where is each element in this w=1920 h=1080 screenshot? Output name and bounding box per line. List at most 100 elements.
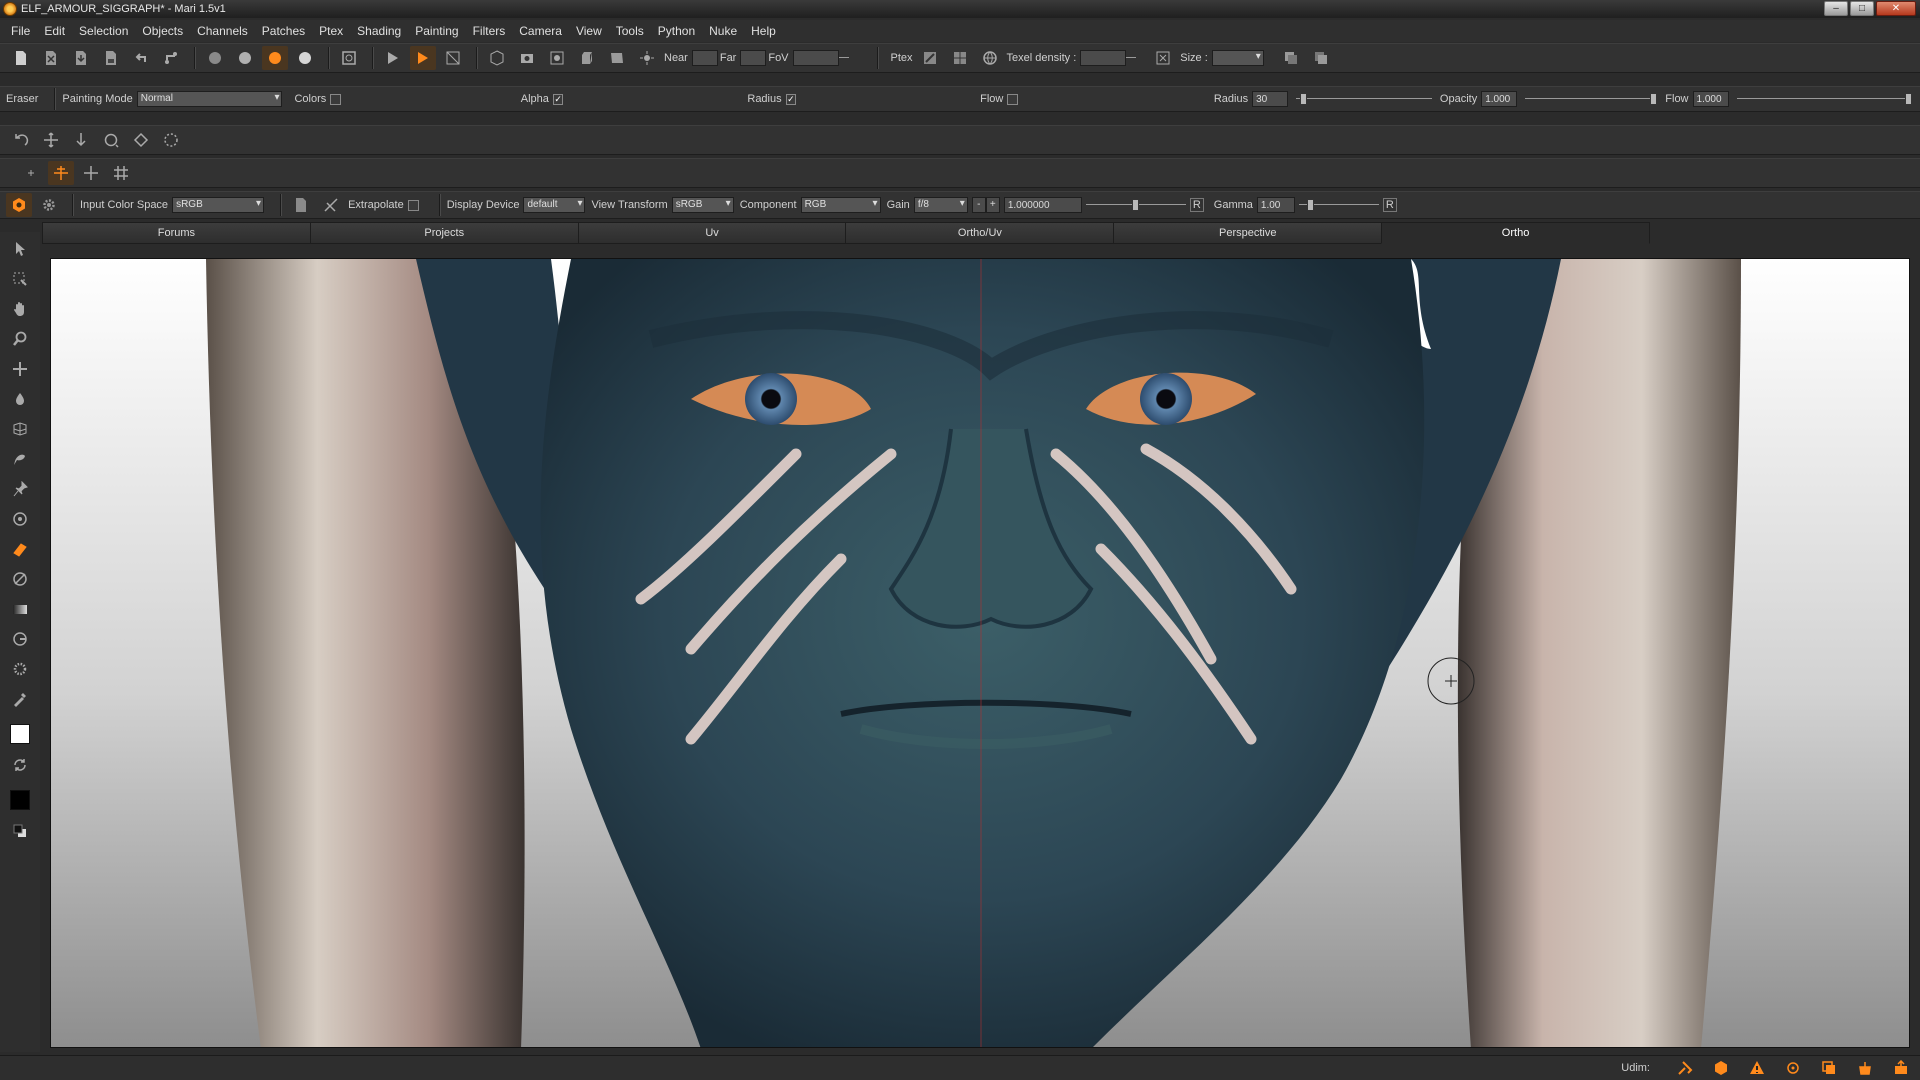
ortho-viewport[interactable] <box>50 258 1910 1048</box>
transform-tool[interactable] <box>5 356 35 382</box>
status-paint-buffer-button[interactable] <box>1854 1059 1876 1077</box>
extrapolate-button[interactable] <box>318 193 344 217</box>
far-field[interactable] <box>740 50 767 66</box>
branch-button[interactable] <box>158 46 184 70</box>
ptex-grid-button[interactable] <box>947 46 973 70</box>
texel-density-spinner[interactable] <box>1126 50 1137 66</box>
painting-mode-dropdown[interactable]: Normal <box>136 91 283 107</box>
zoom-tool[interactable] <box>5 326 35 352</box>
undo-button[interactable] <box>8 128 34 152</box>
gamma-field[interactable] <box>1256 197 1295 213</box>
eraser-tool[interactable] <box>5 536 35 562</box>
menu-shading[interactable]: Shading <box>350 24 408 38</box>
menu-filters[interactable]: Filters <box>466 24 513 38</box>
menu-selection[interactable]: Selection <box>72 24 135 38</box>
resize-button[interactable] <box>1150 46 1176 70</box>
paint-through-button[interactable] <box>410 46 436 70</box>
radius-checkbox[interactable]: ✓ <box>785 93 797 105</box>
menu-channels[interactable]: Channels <box>190 24 255 38</box>
marquee-tool[interactable] <box>5 266 35 292</box>
move-button[interactable] <box>38 128 64 152</box>
select-tool[interactable] <box>5 236 35 262</box>
status-warning-button[interactable] <box>1746 1059 1768 1077</box>
shader-lit-button[interactable] <box>292 46 318 70</box>
status-bake-button[interactable] <box>1674 1059 1696 1077</box>
texel-density-button[interactable] <box>977 46 1003 70</box>
menu-nuke[interactable]: Nuke <box>702 24 744 38</box>
snap-line-button[interactable] <box>78 161 104 185</box>
projector-button[interactable] <box>544 46 570 70</box>
menu-python[interactable]: Python <box>651 24 702 38</box>
fill-tool[interactable] <box>5 626 35 652</box>
view-cube-button[interactable] <box>484 46 510 70</box>
menu-painting[interactable]: Painting <box>408 24 465 38</box>
smear-tool[interactable] <box>5 446 35 472</box>
tab-perspective[interactable]: Perspective <box>1113 222 1382 244</box>
alpha-checkbox[interactable]: ✓ <box>552 93 564 105</box>
color-settings-button[interactable] <box>36 193 62 217</box>
flow-slider[interactable] <box>1736 91 1912 107</box>
fov-field[interactable] <box>792 50 839 66</box>
tab-ortho-uv[interactable]: Ortho/Uv <box>845 222 1114 244</box>
clone-tool[interactable] <box>5 506 35 532</box>
shader-current-button[interactable] <box>262 46 288 70</box>
spray-tool[interactable] <box>5 656 35 682</box>
component-dropdown[interactable]: RGB <box>800 197 881 213</box>
colors-checkbox[interactable] <box>330 93 341 105</box>
menu-file[interactable]: File <box>4 24 37 38</box>
close-button[interactable]: ✕ <box>1876 1 1916 16</box>
radius-slider[interactable] <box>1296 91 1432 107</box>
size-dropdown[interactable] <box>1211 50 1264 66</box>
view-transform-dropdown[interactable]: sRGB <box>671 197 734 213</box>
menu-view[interactable]: View <box>569 24 609 38</box>
gamma-slider[interactable] <box>1298 197 1379 213</box>
lut-button[interactable] <box>288 193 314 217</box>
menu-help[interactable]: Help <box>744 24 783 38</box>
status-target-button[interactable] <box>1782 1059 1804 1077</box>
undo-history-button[interactable] <box>128 46 154 70</box>
layer-copy-button[interactable] <box>1278 46 1304 70</box>
snap-point-button[interactable] <box>18 161 44 185</box>
background-color-swatch[interactable] <box>10 790 30 810</box>
flow-field[interactable] <box>1692 91 1729 107</box>
camera-button[interactable] <box>514 46 540 70</box>
backface-button[interactable] <box>440 46 466 70</box>
menu-camera[interactable]: Camera <box>512 24 569 38</box>
tab-projects[interactable]: Projects <box>309 222 578 244</box>
texel-density-field[interactable] <box>1080 50 1127 66</box>
lights-button[interactable] <box>634 46 660 70</box>
reset-colors-button[interactable] <box>5 818 35 844</box>
slice-tool[interactable] <box>5 566 35 592</box>
eyedropper-tool[interactable] <box>5 686 35 712</box>
gain-minus-button[interactable]: - <box>971 197 986 213</box>
film-button[interactable] <box>604 46 630 70</box>
fov-spinner[interactable] <box>838 50 849 66</box>
input-color-space-dropdown[interactable]: sRGB <box>172 197 265 213</box>
gain-plus-button[interactable]: + <box>985 197 1000 213</box>
gain-slider[interactable] <box>1085 197 1186 213</box>
open-button[interactable] <box>68 46 94 70</box>
gradient-tool[interactable] <box>5 596 35 622</box>
tab-uv[interactable]: Uv <box>577 222 846 244</box>
scale-button[interactable] <box>128 128 154 152</box>
status-layers-button[interactable] <box>1818 1059 1840 1077</box>
radius-field[interactable] <box>1252 91 1289 107</box>
display-device-dropdown[interactable]: default <box>523 197 586 213</box>
opacity-field[interactable] <box>1481 91 1518 107</box>
blur-tool[interactable] <box>5 386 35 412</box>
gain-reset-button[interactable]: R <box>1189 198 1204 212</box>
menu-objects[interactable]: Objects <box>135 24 190 38</box>
foreground-color-swatch[interactable] <box>10 724 30 744</box>
new-project-button[interactable] <box>8 46 34 70</box>
shader-flat-button[interactable] <box>202 46 228 70</box>
maximize-button[interactable]: □ <box>1850 1 1874 16</box>
status-shader-button[interactable] <box>1710 1059 1732 1077</box>
pin-tool[interactable] <box>5 476 35 502</box>
rotate-button[interactable] <box>98 128 124 152</box>
colorspace-toggle-button[interactable] <box>6 193 32 217</box>
drop-button[interactable] <box>68 128 94 152</box>
status-export-button[interactable] <box>1890 1059 1912 1077</box>
menu-ptex[interactable]: Ptex <box>312 24 350 38</box>
frame-button[interactable] <box>336 46 362 70</box>
close-project-button[interactable] <box>38 46 64 70</box>
